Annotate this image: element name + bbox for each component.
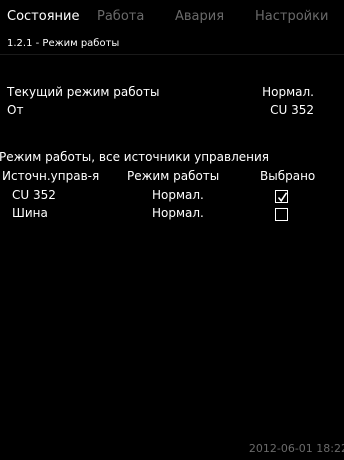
row-2-source: Шина — [12, 206, 48, 220]
column-header-source: Источн.управ-я — [2, 169, 100, 183]
current-source-label: От — [7, 103, 24, 117]
row-1-source: CU 352 — [12, 188, 56, 202]
sources-heading: Режим работы, все источники управления — [0, 150, 269, 164]
column-header-selected: Выбрано — [260, 169, 316, 183]
page-title: 1.2.1 - Режим работы — [7, 38, 120, 49]
row-1-selected-checkbox[interactable] — [275, 190, 288, 203]
current-mode-label: Текущий режим работы — [7, 85, 160, 99]
tab-alarm[interactable]: Авария — [175, 10, 224, 24]
row-2-selected-checkbox[interactable] — [275, 208, 288, 221]
row-2-mode: Нормал. — [152, 206, 204, 220]
screen: Состояние Работа Авария Настройки 1.2.1 … — [0, 0, 344, 460]
current-source-value: CU 352 — [270, 103, 314, 117]
tab-status[interactable]: Состояние — [7, 10, 79, 24]
divider — [0, 54, 344, 55]
tab-settings[interactable]: Настройки — [255, 10, 328, 24]
tab-bar: Состояние Работа Авария Настройки — [0, 0, 344, 32]
current-mode-value: Нормал. — [262, 85, 314, 99]
column-header-mode: Режим работы — [127, 169, 220, 183]
tab-operation[interactable]: Работа — [97, 10, 144, 24]
row-1-mode: Нормал. — [152, 188, 204, 202]
checkmark-icon — [277, 192, 288, 203]
status-timestamp: 2012-06-01 18:22 — [248, 442, 344, 455]
